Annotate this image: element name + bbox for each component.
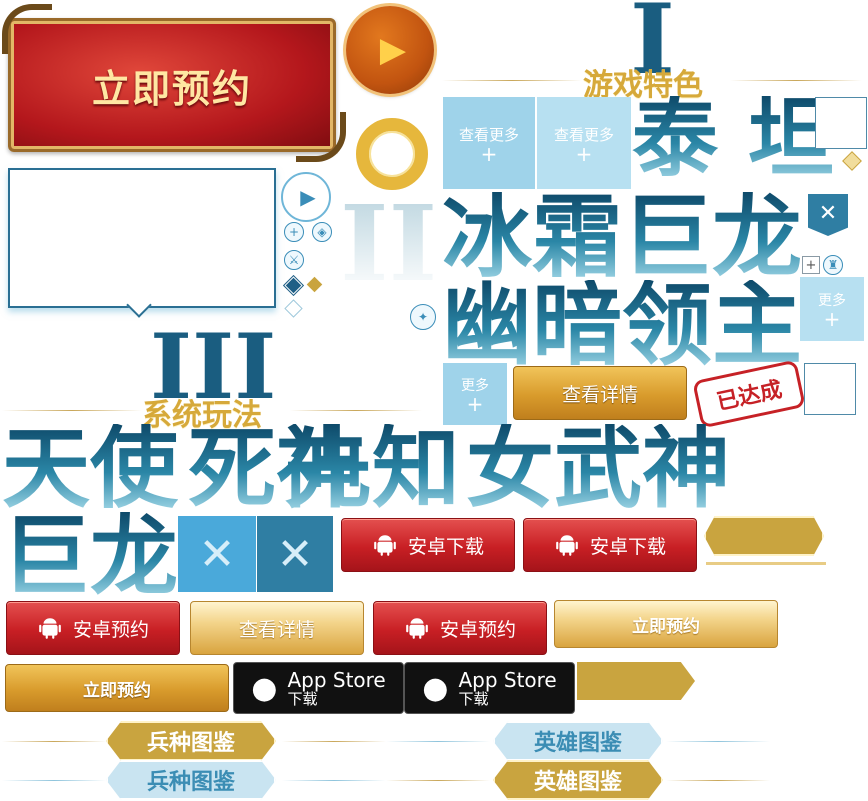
word-dark-lord: 幽暗领主 — [442, 272, 802, 378]
word-giant-dragon: 巨龙 — [2, 504, 179, 608]
diamond-gold-icon — [306, 276, 323, 293]
plus-icon: + — [823, 307, 841, 331]
section-divider — [730, 80, 862, 81]
play-icon: ▶ — [300, 185, 316, 209]
plus-icon: + — [805, 257, 817, 273]
android-icon — [39, 618, 61, 639]
add-small-button[interactable]: + — [802, 256, 820, 274]
tab-divider — [666, 741, 770, 742]
empty-square-box — [804, 363, 856, 415]
close-badge-button[interactable]: ✕ — [808, 194, 848, 236]
shield-icon[interactable]: ◈ — [312, 222, 332, 242]
android-download-button[interactable]: 安卓下载 — [341, 518, 515, 572]
view-more-tile[interactable]: 查看更多 + — [443, 97, 535, 189]
plus-icon: + — [480, 141, 498, 166]
section-divider — [2, 410, 142, 411]
sword-icon[interactable]: ⚔ — [284, 250, 304, 270]
word-frost-dragon: 冰霜巨龙 — [442, 184, 802, 290]
gold-arrow-plate — [577, 662, 695, 700]
app-store-download-button[interactable]: ● App Store 下载 — [404, 662, 575, 714]
reserve-banner-button[interactable]: 立即预约 — [8, 18, 336, 152]
reserve-banner-label: 立即预约 — [91, 65, 252, 111]
play-icon: ▶ — [379, 30, 407, 70]
android-download-button[interactable]: 安卓下载 — [523, 518, 697, 572]
close-tile-button[interactable]: ✕ — [178, 516, 256, 592]
gold-underline — [706, 562, 826, 565]
tab-divider — [386, 780, 490, 781]
reserve-now-button[interactable]: 立即预约 — [554, 600, 778, 648]
small-play-button[interactable]: ▶ — [281, 172, 331, 222]
word-angel: 天使 — [2, 416, 179, 520]
hero-atlas-tab[interactable]: 英雄图鉴 — [493, 760, 663, 800]
section-divider — [442, 80, 582, 81]
view-details-button[interactable]: 查看详情 — [190, 601, 364, 655]
word-prophet: 先知 — [284, 416, 461, 520]
word-valkyrie: 女武神 — [466, 416, 731, 520]
empty-square-box — [815, 97, 867, 149]
speech-bubble-box — [8, 168, 276, 308]
helmet-icon[interactable]: ♜ — [823, 255, 843, 275]
tab-divider — [386, 741, 490, 742]
tab-divider — [666, 780, 770, 781]
tab-divider — [282, 780, 386, 781]
app-store-download-button[interactable]: ● App Store 下载 — [233, 662, 404, 714]
play-button[interactable]: ▶ — [346, 6, 434, 94]
close-icon: ✕ — [276, 528, 314, 580]
tab-divider — [2, 780, 106, 781]
android-reserve-button[interactable]: 安卓预约 — [6, 601, 180, 655]
plus-icon[interactable]: + — [284, 222, 304, 242]
reserve-now-button[interactable]: 立即预约 — [5, 664, 229, 712]
close-icon: ✕ — [818, 200, 838, 226]
word-titan: 泰 坦 — [632, 88, 834, 189]
view-details-button[interactable]: 查看详情 — [513, 366, 687, 420]
android-icon — [374, 535, 396, 556]
android-icon — [406, 618, 428, 639]
diamond-blue-icon — [282, 274, 305, 297]
diamond-gold-icon — [842, 151, 862, 171]
gold-label-plate — [704, 516, 824, 556]
diamond-outline-icon — [284, 299, 303, 318]
banner-corner-ornament — [2, 4, 52, 54]
android-reserve-button[interactable]: 安卓预约 — [373, 601, 547, 655]
sword-shield-icon[interactable]: ✦ — [410, 304, 436, 330]
unit-atlas-tab[interactable]: 兵种图鉴 — [106, 721, 276, 761]
gold-ring-icon — [356, 118, 428, 190]
banner-corner-ornament — [296, 112, 346, 162]
plus-icon: + — [466, 392, 484, 416]
hero-atlas-tab[interactable]: 英雄图鉴 — [493, 721, 663, 761]
apple-icon: ● — [251, 670, 278, 706]
plus-icon: + — [575, 141, 593, 166]
view-more-tile[interactable]: 查看更多 + — [537, 97, 631, 189]
android-icon — [556, 535, 578, 556]
tab-divider — [282, 741, 386, 742]
section-divider — [290, 410, 422, 411]
apple-icon: ● — [422, 670, 449, 706]
close-tile-button[interactable]: ✕ — [257, 516, 333, 592]
tab-divider — [2, 741, 106, 742]
unit-atlas-tab[interactable]: 兵种图鉴 — [106, 760, 276, 800]
roman-numeral-two: II — [340, 182, 438, 305]
more-tile[interactable]: 更多 + — [800, 277, 864, 341]
close-icon: ✕ — [198, 528, 236, 580]
